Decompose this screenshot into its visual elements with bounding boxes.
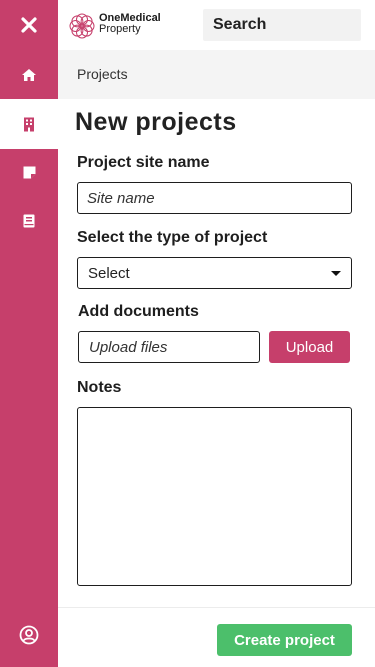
site-name-input[interactable] (77, 182, 352, 214)
sidebar-item-projects[interactable] (0, 99, 58, 149)
project-type-value: Select (88, 265, 130, 282)
home-icon (22, 69, 36, 81)
sidebar (0, 0, 58, 667)
brand-name[interactable]: OneMedical Property (99, 13, 161, 35)
building-icon (24, 117, 34, 131)
site-name-label: Project site name (77, 154, 210, 171)
brand-logo-icon (69, 13, 95, 39)
upload-button[interactable]: Upload (269, 331, 350, 363)
notes-textarea[interactable] (77, 407, 352, 586)
sidebar-item-home[interactable] (0, 50, 58, 100)
brand-line-2: Property (99, 23, 141, 35)
close-menu-button[interactable] (0, 0, 58, 50)
project-type-select[interactable]: Select (77, 257, 352, 289)
note-icon (23, 166, 35, 178)
book-icon (23, 214, 35, 228)
notes-label: Notes (77, 379, 122, 396)
sidebar-item-documents[interactable] (0, 196, 58, 246)
sidebar-item-account[interactable] (0, 610, 58, 660)
user-circle-icon (19, 625, 39, 645)
upload-files-input[interactable] (78, 331, 260, 363)
breadcrumb-projects-link[interactable]: Projects (77, 66, 128, 82)
documents-label: Add documents (78, 303, 199, 320)
create-project-button[interactable]: Create project (217, 624, 352, 656)
top-header: OneMedical Property (58, 0, 375, 50)
sidebar-item-notes[interactable] (0, 147, 58, 197)
footer-divider (58, 607, 375, 608)
breadcrumb: Projects (58, 50, 375, 99)
project-type-label: Select the type of project (77, 229, 268, 246)
close-icon (21, 17, 37, 33)
caret-down-icon (331, 271, 341, 276)
page-title: New projects (75, 108, 237, 136)
search-input[interactable] (203, 9, 361, 41)
